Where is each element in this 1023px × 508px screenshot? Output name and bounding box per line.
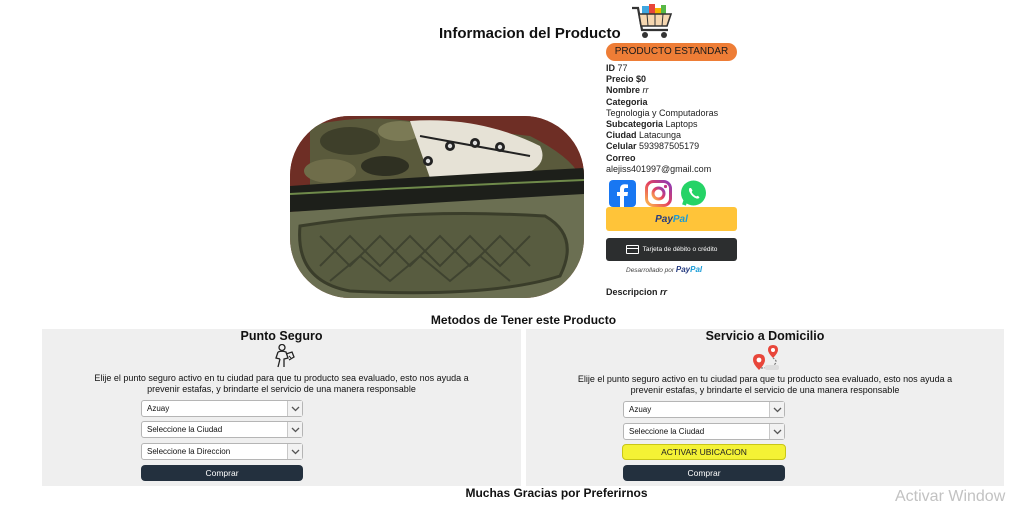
shopping-cart-icon — [630, 2, 674, 40]
product-description: Descripcion rr — [606, 287, 668, 297]
product-email-label: Correo — [606, 152, 636, 163]
chevron-down-icon — [769, 424, 784, 439]
product-image — [290, 116, 584, 298]
product-phone: Celular 593987505179 — [606, 141, 700, 152]
safe-point-panel: Punto Seguro Elije el punto seguro activ… — [42, 329, 521, 486]
product-name: Nombre rr — [606, 85, 649, 96]
product-price: Precio $0 — [606, 74, 647, 85]
product-city: Ciudad Latacunga — [606, 130, 682, 141]
home-delivery-panel: Servicio a Domicilio Elije el punto segu… — [526, 329, 1004, 486]
city-select[interactable]: Seleccione la Ciudad — [141, 421, 303, 438]
whatsapp-icon[interactable] — [680, 180, 707, 207]
product-email: alejiss401997@gmail.com — [606, 163, 712, 174]
paypal-powered-by: Desarrollado por PayPal — [626, 265, 703, 274]
product-subcategory: Subcategoria Laptops — [606, 119, 698, 130]
chevron-down-icon — [287, 444, 302, 459]
social-links — [606, 180, 766, 208]
province-select[interactable]: Azuay — [623, 401, 785, 418]
windows-activation-watermark: Activar Window — [895, 488, 1006, 505]
chevron-down-icon — [287, 401, 302, 416]
paypal-button[interactable]: Pay Pal — [606, 207, 737, 231]
province-select[interactable]: Azuay — [141, 400, 303, 417]
product-id: ID 77 — [606, 63, 628, 73]
facebook-icon[interactable] — [609, 180, 636, 208]
address-select[interactable]: Seleccione la Direccion — [141, 443, 303, 460]
thanks-message: Muchas Gracias por Preferirnos — [465, 486, 648, 500]
credit-card-icon — [625, 245, 639, 254]
home-delivery-description: Elije el punto seguro activo en tu ciuda… — [577, 374, 953, 395]
handshake-person-icon — [273, 343, 295, 368]
instagram-icon[interactable] — [645, 180, 672, 208]
product-info: PRODUCTO ESTANDAR ID 77 Precio $0 Nombre… — [606, 43, 766, 208]
chevron-down-icon — [287, 422, 302, 437]
city-select[interactable]: Seleccione la Ciudad — [623, 423, 785, 440]
page-title: Informacion del Producto — [439, 25, 621, 42]
chevron-down-icon — [769, 402, 784, 417]
product-category: Tegnologia y Computadoras — [606, 107, 719, 118]
safe-point-description: Elije el punto seguro activo en tu ciuda… — [94, 373, 469, 394]
safe-point-buy-button[interactable]: Comprar — [141, 465, 303, 481]
methods-title: Metodos de Tener este Producto — [430, 313, 617, 327]
map-route-pin-icon — [751, 344, 781, 372]
safe-point-title: Punto Seguro — [240, 329, 323, 343]
activate-location-button[interactable]: ACTIVAR UBICACION — [622, 444, 786, 460]
home-delivery-title: Servicio a Domicilio — [705, 329, 825, 343]
home-delivery-buy-button[interactable]: Comprar — [623, 465, 785, 481]
product-type-badge: PRODUCTO ESTANDAR — [606, 43, 737, 61]
product-category-label: Categoria — [606, 96, 648, 107]
debit-credit-card-button[interactable]: Tarjeta de débito o crédito — [606, 238, 737, 261]
